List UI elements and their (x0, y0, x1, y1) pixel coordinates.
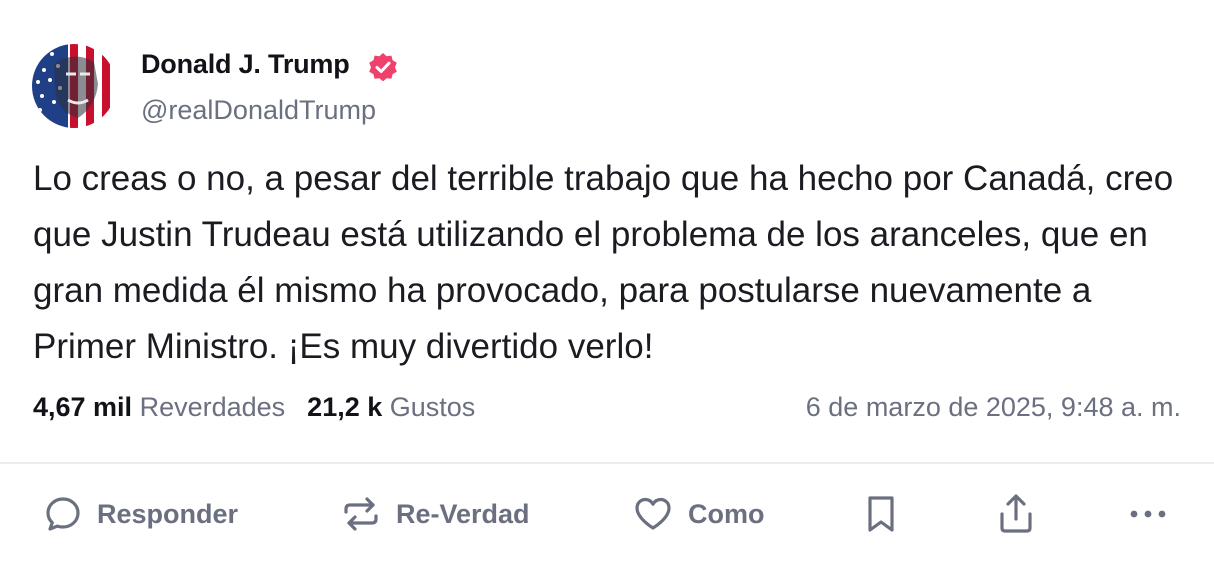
reply-button[interactable]: Responder (43, 491, 238, 537)
bookmark-icon (862, 493, 900, 535)
likes-stat[interactable]: 21,2 k Gustos (307, 392, 475, 422)
verified-badge-icon (366, 51, 400, 85)
bookmark-button[interactable] (862, 491, 900, 537)
retruth-icon (340, 493, 382, 535)
retruths-label: Reverdades (139, 392, 286, 422)
retruth-label: Re-Verdad (396, 498, 530, 529)
reply-label: Responder (97, 498, 239, 529)
retruths-count: 4,67 mil (33, 392, 133, 422)
more-options-button[interactable] (1126, 491, 1170, 537)
share-icon (996, 492, 1036, 536)
like-button[interactable]: Como (632, 491, 765, 537)
heart-icon (632, 493, 674, 535)
avatar[interactable] (32, 44, 116, 128)
retruths-stat[interactable]: 4,67 mil Reverdades (33, 392, 285, 422)
likes-count: 21,2 k (307, 392, 383, 422)
like-label: Como (688, 498, 765, 529)
likes-label: Gustos (389, 392, 476, 422)
retruth-button[interactable]: Re-Verdad (340, 491, 530, 537)
divider (0, 462, 1214, 464)
post-text: Lo creas o no, a pesar del terrible trab… (33, 159, 1174, 366)
author-display-name[interactable]: Donald J. Trump (141, 49, 350, 80)
more-icon (1126, 504, 1170, 524)
share-button[interactable] (996, 491, 1036, 537)
post-timestamp[interactable]: 6 de marzo de 2025, 9:48 a. m. (806, 392, 1181, 423)
avatar-flag-portrait-image (32, 44, 116, 128)
post-card: Donald J. Trump @realDonaldTrump Lo crea… (0, 0, 1214, 572)
reply-icon (43, 494, 83, 534)
author-handle[interactable]: @realDonaldTrump (141, 95, 376, 126)
post-stats: 4,67 mil Reverdades 21,2 k Gustos (33, 392, 475, 423)
